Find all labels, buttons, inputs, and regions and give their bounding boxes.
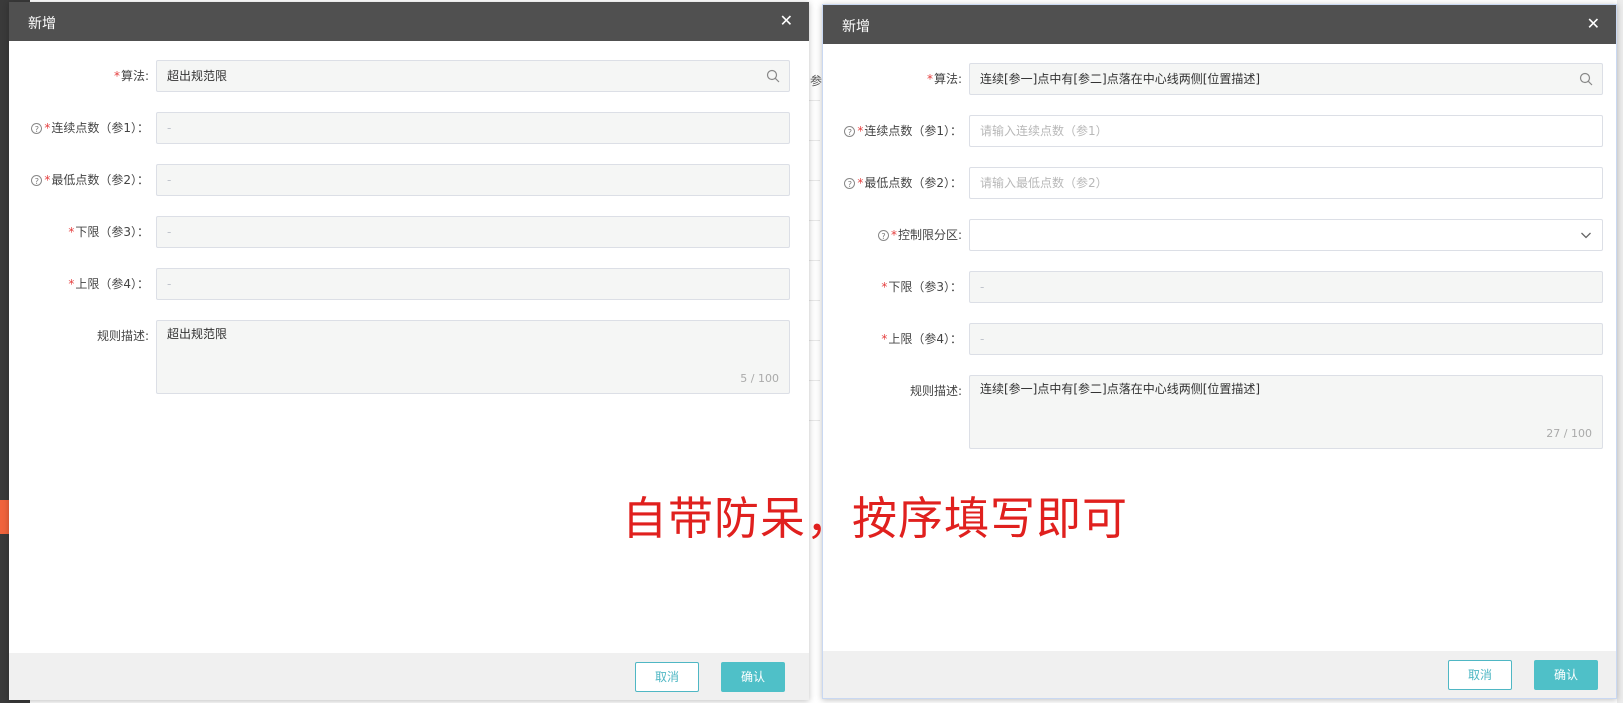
rule-description-textarea[interactable]: 连续[参一]点中有[参二]点落在中心线两侧[位置描述] 27 / 100	[969, 375, 1603, 449]
rule-description-label-row: 规则描述:	[823, 375, 962, 407]
consecutive-points-label: ? *连续点数（参1）：	[844, 115, 962, 147]
close-icon[interactable]: ✕	[1587, 14, 1600, 34]
char-counter: 27 / 100	[1546, 427, 1592, 440]
min-points-value: -	[167, 173, 172, 187]
control-zone-label-row: ? *控制限分区:	[823, 219, 962, 251]
min-points-input[interactable]: -	[156, 164, 790, 196]
algorithm-label: *算法:	[926, 72, 962, 86]
min-points-label: ? *最低点数（参2）：	[31, 164, 149, 196]
min-points-label-row: ? *最低点数（参2）：	[9, 164, 149, 196]
help-circle-icon[interactable]: ?	[877, 230, 889, 241]
rule-description-label: 规则描述:	[96, 329, 149, 343]
help-circle-icon[interactable]: ?	[31, 123, 43, 134]
algorithm-label-row: *算法:	[823, 63, 962, 95]
consecutive-points-label-row: ? *连续点数（参1）：	[9, 112, 149, 144]
min-points-input[interactable]: 请输入最低点数（参2）	[969, 167, 1603, 199]
rule-description-value: 连续[参一]点中有[参二]点落在中心线两侧[位置描述]	[980, 382, 1261, 396]
algorithm-search-input[interactable]: 连续[参一]点中有[参二]点落在中心线两侧[位置描述]	[969, 63, 1603, 95]
lower-limit-label-row: *下限（参3）：	[823, 271, 962, 303]
lower-limit-label: *下限（参3）：	[68, 225, 149, 239]
cancel-button[interactable]: 取消	[635, 662, 699, 692]
upper-limit-label-row: *上限（参4）：	[823, 323, 962, 355]
help-circle-icon[interactable]: ?	[844, 126, 856, 137]
consecutive-points-label: ? *连续点数（参1）：	[31, 112, 149, 144]
rule-description-textarea[interactable]: 超出规范限 5 / 100	[156, 320, 790, 394]
algorithm-label: *算法:	[113, 69, 149, 83]
upper-limit-label: *上限（参4）：	[68, 277, 149, 291]
consecutive-points-value: -	[167, 121, 172, 135]
chevron-down-icon[interactable]	[1580, 229, 1592, 241]
algorithm-value: 超出规范限	[167, 69, 228, 83]
min-points-placeholder: 请输入最低点数（参2）	[980, 176, 1108, 190]
upper-limit-label: *上限（参4）：	[881, 332, 962, 346]
consecutive-points-label-row: ? *连续点数（参1）：	[823, 115, 962, 147]
upper-limit-input[interactable]: -	[156, 268, 790, 300]
confirm-button[interactable]: 确认	[721, 662, 785, 692]
consecutive-points-input[interactable]: 请输入连续点数（参1）	[969, 115, 1603, 147]
search-icon[interactable]	[766, 69, 780, 83]
lower-limit-input[interactable]: -	[969, 271, 1603, 303]
dialog-title: 新增	[28, 16, 56, 32]
control-zone-select[interactable]	[969, 219, 1603, 251]
background-scroll-rail	[1617, 0, 1623, 703]
control-zone-label: ? *控制限分区:	[877, 219, 962, 251]
annotation-text: 自带防呆，按序填写即可	[622, 492, 1129, 545]
consecutive-points-input[interactable]: -	[156, 112, 790, 144]
lower-limit-label-row: *下限（参3）：	[9, 216, 149, 248]
rule-description-label: 规则描述:	[909, 384, 962, 398]
help-circle-icon[interactable]: ?	[31, 175, 43, 186]
algorithm-value: 连续[参一]点中有[参二]点落在中心线两侧[位置描述]	[980, 72, 1261, 86]
min-points-label: ? *最低点数（参2）：	[844, 167, 962, 199]
rule-description-label-row: 规则描述:	[9, 320, 149, 352]
rule-description-value: 超出规范限	[167, 327, 228, 341]
search-icon[interactable]	[1579, 72, 1593, 86]
algorithm-search-input[interactable]: 超出规范限	[156, 60, 790, 92]
dialog-header: 新增 ✕	[823, 5, 1616, 44]
background-column-text: 参	[810, 74, 823, 88]
add-rule-dialog-left: 新增 ✕ *算法: 超出规范限 ? *连续点数（参1）： - ? *最低点数（参2）…	[9, 2, 809, 700]
upper-limit-value: -	[980, 332, 985, 346]
lower-limit-value: -	[980, 280, 985, 294]
dialog-footer: 取消 确认	[9, 653, 809, 700]
cancel-button[interactable]: 取消	[1448, 660, 1512, 690]
lower-limit-input[interactable]: -	[156, 216, 790, 248]
min-points-label-row: ? *最低点数（参2）：	[823, 167, 962, 199]
upper-limit-label-row: *上限（参4）：	[9, 268, 149, 300]
add-rule-dialog-right: 新增 ✕ *算法: 连续[参一]点中有[参二]点落在中心线两侧[位置描述] ? *…	[822, 4, 1617, 699]
lower-limit-label: *下限（参3）：	[881, 280, 962, 294]
upper-limit-input[interactable]: -	[969, 323, 1603, 355]
dialog-header: 新增 ✕	[9, 2, 809, 41]
algorithm-label-row: *算法:	[9, 60, 149, 92]
help-circle-icon[interactable]: ?	[844, 178, 856, 189]
lower-limit-value: -	[167, 225, 172, 239]
close-icon[interactable]: ✕	[780, 11, 793, 31]
confirm-button[interactable]: 确认	[1534, 660, 1598, 690]
dialog-footer: 取消 确认	[823, 651, 1616, 698]
consecutive-points-placeholder: 请输入连续点数（参1）	[980, 124, 1108, 138]
upper-limit-value: -	[167, 277, 172, 291]
char-counter: 5 / 100	[740, 372, 779, 385]
dialog-title: 新增	[842, 19, 870, 35]
